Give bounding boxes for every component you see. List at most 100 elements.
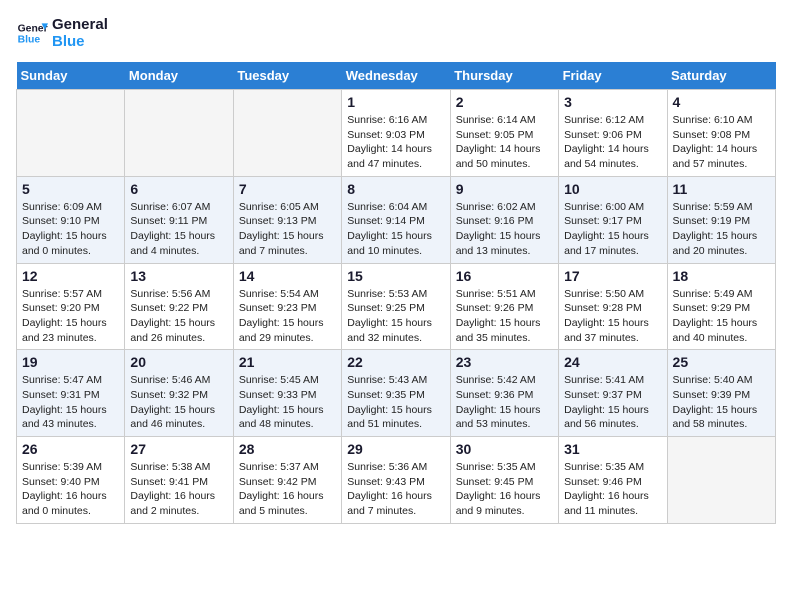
calendar-cell: 25Sunrise: 5:40 AM Sunset: 9:39 PM Dayli… bbox=[667, 350, 775, 437]
day-info: Sunrise: 5:43 AM Sunset: 9:35 PM Dayligh… bbox=[347, 373, 444, 432]
weekday-header-wednesday: Wednesday bbox=[342, 62, 450, 90]
logo-line2: Blue bbox=[52, 33, 108, 50]
calendar-cell bbox=[125, 90, 233, 177]
weekday-header-thursday: Thursday bbox=[450, 62, 558, 90]
day-info: Sunrise: 5:45 AM Sunset: 9:33 PM Dayligh… bbox=[239, 373, 336, 432]
calendar-cell: 17 Sunrise: 5:50 AM Sunset: 9:28 PM Dayli… bbox=[559, 263, 667, 350]
day-info: Sunrise: 6:05 AM Sunset: 9:13 PM Dayligh… bbox=[239, 200, 336, 259]
day-number: 1 bbox=[347, 94, 444, 110]
day-info: Sunrise: 6:00 AM Sunset: 9:17 PM Dayligh… bbox=[564, 200, 661, 259]
calendar-week-row: 1 Sunrise: 6:16 AM Sunset: 9:03 PM Daylig… bbox=[17, 90, 776, 177]
day-info: Sunrise: 6:07 AM Sunset: 9:11 PM Dayligh… bbox=[130, 200, 227, 259]
calendar-cell: 31 Sunrise: 5:35 AM Sunset: 9:46 PM Dayli… bbox=[559, 437, 667, 524]
day-info: Sunrise: 5:56 AM Sunset: 9:22 PM Dayligh… bbox=[130, 287, 227, 346]
day-info: Sunrise: 5:39 AM Sunset: 9:40 PM Dayligh… bbox=[22, 460, 119, 519]
day-number: 17 bbox=[564, 268, 661, 284]
calendar-cell: 11Sunrise: 5:59 AM Sunset: 9:19 PM Dayli… bbox=[667, 176, 775, 263]
day-number: 18 bbox=[673, 268, 770, 284]
day-number: 9 bbox=[456, 181, 553, 197]
day-info: Sunrise: 5:36 AM Sunset: 9:43 PM Dayligh… bbox=[347, 460, 444, 519]
calendar-cell: 13 Sunrise: 5:56 AM Sunset: 9:22 PM Dayli… bbox=[125, 263, 233, 350]
day-number: 30 bbox=[456, 441, 553, 457]
calendar-cell: 2 Sunrise: 6:14 AM Sunset: 9:05 PM Daylig… bbox=[450, 90, 558, 177]
day-number: 5 bbox=[22, 181, 119, 197]
day-info: Sunrise: 5:35 AM Sunset: 9:45 PM Dayligh… bbox=[456, 460, 553, 519]
day-info: Sunrise: 5:57 AM Sunset: 9:20 PM Dayligh… bbox=[22, 287, 119, 346]
calendar-cell: 18 Sunrise: 5:49 AM Sunset: 9:29 PM Dayli… bbox=[667, 263, 775, 350]
calendar-cell: 5 Sunrise: 6:09 AM Sunset: 9:10 PM Daylig… bbox=[17, 176, 125, 263]
day-info: Sunrise: 5:46 AM Sunset: 9:32 PM Dayligh… bbox=[130, 373, 227, 432]
calendar-cell: 7 Sunrise: 6:05 AM Sunset: 9:13 PM Daylig… bbox=[233, 176, 341, 263]
day-number: 7 bbox=[239, 181, 336, 197]
day-number: 13 bbox=[130, 268, 227, 284]
calendar-cell: 27 Sunrise: 5:38 AM Sunset: 9:41 PM Dayli… bbox=[125, 437, 233, 524]
calendar-cell: 15 Sunrise: 5:53 AM Sunset: 9:25 PM Dayli… bbox=[342, 263, 450, 350]
day-info: Sunrise: 5:51 AM Sunset: 9:26 PM Dayligh… bbox=[456, 287, 553, 346]
day-info: Sunrise: 6:12 AM Sunset: 9:06 PM Dayligh… bbox=[564, 113, 661, 172]
calendar-cell: 16 Sunrise: 5:51 AM Sunset: 9:26 PM Dayli… bbox=[450, 263, 558, 350]
day-info: Sunrise: 5:49 AM Sunset: 9:29 PM Dayligh… bbox=[673, 287, 770, 346]
day-number: 29 bbox=[347, 441, 444, 457]
day-number: 16 bbox=[456, 268, 553, 284]
day-number: 10 bbox=[564, 181, 661, 197]
calendar-cell: 1 Sunrise: 6:16 AM Sunset: 9:03 PM Daylig… bbox=[342, 90, 450, 177]
calendar-cell: 10 Sunrise: 6:00 AM Sunset: 9:17 PM Dayli… bbox=[559, 176, 667, 263]
calendar-cell: 30 Sunrise: 5:35 AM Sunset: 9:45 PM Dayli… bbox=[450, 437, 558, 524]
day-number: 19 bbox=[22, 354, 119, 370]
calendar-cell: 4 Sunrise: 6:10 AM Sunset: 9:08 PM Daylig… bbox=[667, 90, 775, 177]
day-number: 4 bbox=[673, 94, 770, 110]
day-number: 31 bbox=[564, 441, 661, 457]
svg-text:Blue: Blue bbox=[18, 35, 41, 46]
day-number: 8 bbox=[347, 181, 444, 197]
day-info: Sunrise: 6:14 AM Sunset: 9:05 PM Dayligh… bbox=[456, 113, 553, 172]
calendar-week-row: 26 Sunrise: 5:39 AM Sunset: 9:40 PM Dayli… bbox=[17, 437, 776, 524]
day-info: Sunrise: 5:38 AM Sunset: 9:41 PM Dayligh… bbox=[130, 460, 227, 519]
day-number: 23 bbox=[456, 354, 553, 370]
calendar-cell: 14Sunrise: 5:54 AM Sunset: 9:23 PM Dayli… bbox=[233, 263, 341, 350]
day-number: 15 bbox=[347, 268, 444, 284]
day-info: Sunrise: 6:02 AM Sunset: 9:16 PM Dayligh… bbox=[456, 200, 553, 259]
calendar-cell: 22 Sunrise: 5:43 AM Sunset: 9:35 PM Dayli… bbox=[342, 350, 450, 437]
day-info: Sunrise: 5:50 AM Sunset: 9:28 PM Dayligh… bbox=[564, 287, 661, 346]
day-number: 26 bbox=[22, 441, 119, 457]
calendar-cell: 9 Sunrise: 6:02 AM Sunset: 9:16 PM Daylig… bbox=[450, 176, 558, 263]
calendar-cell bbox=[667, 437, 775, 524]
day-info: Sunrise: 5:53 AM Sunset: 9:25 PM Dayligh… bbox=[347, 287, 444, 346]
calendar-cell: 20Sunrise: 5:46 AM Sunset: 9:32 PM Dayli… bbox=[125, 350, 233, 437]
calendar-cell: 3Sunrise: 6:12 AM Sunset: 9:06 PM Daylig… bbox=[559, 90, 667, 177]
calendar-cell bbox=[233, 90, 341, 177]
day-info: Sunrise: 5:59 AM Sunset: 9:19 PM Dayligh… bbox=[673, 200, 770, 259]
day-number: 25 bbox=[673, 354, 770, 370]
day-info: Sunrise: 5:47 AM Sunset: 9:31 PM Dayligh… bbox=[22, 373, 119, 432]
calendar-table: SundayMondayTuesdayWednesdayThursdayFrid… bbox=[16, 62, 776, 524]
calendar-cell: 23 Sunrise: 5:42 AM Sunset: 9:36 PM Dayli… bbox=[450, 350, 558, 437]
day-number: 27 bbox=[130, 441, 227, 457]
day-info: Sunrise: 6:09 AM Sunset: 9:10 PM Dayligh… bbox=[22, 200, 119, 259]
day-info: Sunrise: 6:04 AM Sunset: 9:14 PM Dayligh… bbox=[347, 200, 444, 259]
page-header: General Blue General Blue bbox=[16, 16, 776, 50]
logo: General Blue General Blue bbox=[16, 16, 108, 50]
weekday-header-monday: Monday bbox=[125, 62, 233, 90]
calendar-cell: 8 Sunrise: 6:04 AM Sunset: 9:14 PM Daylig… bbox=[342, 176, 450, 263]
calendar-week-row: 19 Sunrise: 5:47 AM Sunset: 9:31 PM Dayli… bbox=[17, 350, 776, 437]
day-number: 24 bbox=[564, 354, 661, 370]
calendar-cell: 26 Sunrise: 5:39 AM Sunset: 9:40 PM Dayli… bbox=[17, 437, 125, 524]
day-info: Sunrise: 6:16 AM Sunset: 9:03 PM Dayligh… bbox=[347, 113, 444, 172]
day-info: Sunrise: 6:10 AM Sunset: 9:08 PM Dayligh… bbox=[673, 113, 770, 172]
day-number: 6 bbox=[130, 181, 227, 197]
day-info: Sunrise: 5:54 AM Sunset: 9:23 PM Dayligh… bbox=[239, 287, 336, 346]
day-number: 22 bbox=[347, 354, 444, 370]
day-number: 21 bbox=[239, 354, 336, 370]
weekday-header-row: SundayMondayTuesdayWednesdayThursdayFrid… bbox=[17, 62, 776, 90]
calendar-cell: 29 Sunrise: 5:36 AM Sunset: 9:43 PM Dayli… bbox=[342, 437, 450, 524]
day-info: Sunrise: 5:37 AM Sunset: 9:42 PM Dayligh… bbox=[239, 460, 336, 519]
calendar-cell: 12Sunrise: 5:57 AM Sunset: 9:20 PM Dayli… bbox=[17, 263, 125, 350]
day-number: 2 bbox=[456, 94, 553, 110]
calendar-cell: 24Sunrise: 5:41 AM Sunset: 9:37 PM Dayli… bbox=[559, 350, 667, 437]
calendar-week-row: 12Sunrise: 5:57 AM Sunset: 9:20 PM Dayli… bbox=[17, 263, 776, 350]
day-number: 28 bbox=[239, 441, 336, 457]
calendar-cell bbox=[17, 90, 125, 177]
logo-line1: General bbox=[52, 16, 108, 33]
day-info: Sunrise: 5:35 AM Sunset: 9:46 PM Dayligh… bbox=[564, 460, 661, 519]
day-info: Sunrise: 5:42 AM Sunset: 9:36 PM Dayligh… bbox=[456, 373, 553, 432]
